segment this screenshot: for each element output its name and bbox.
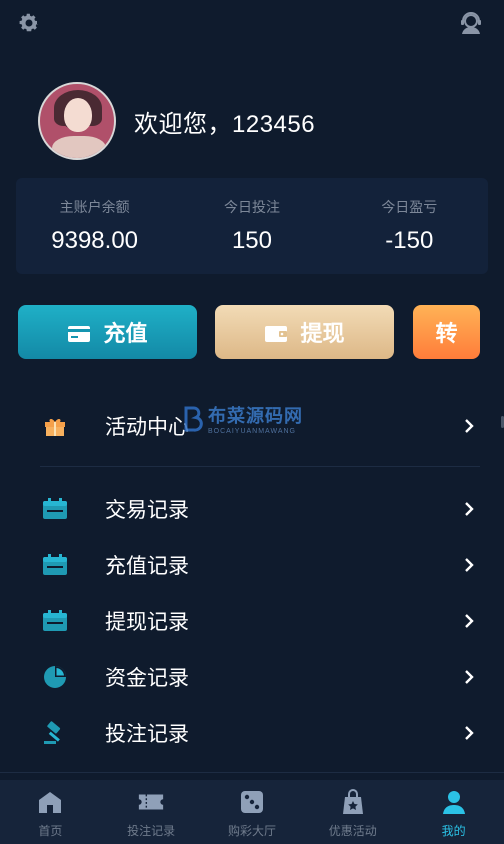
stat-label: 今日投注 [223, 199, 280, 215]
nav-label: 我的 [441, 824, 466, 838]
stat-today-profit: 今日盈亏 -150 [334, 197, 484, 255]
dice-icon [238, 788, 266, 816]
menu-label: 活动中心 [105, 416, 189, 439]
calendar-icon [42, 496, 68, 522]
recharge-label: 充值 [103, 321, 148, 346]
chevron-right-icon [462, 723, 476, 743]
withdraw-button[interactable]: 提现 [215, 305, 394, 359]
account-stats: 主账户余额 9398.00 今日投注 150 今日盈亏 -150 [16, 178, 488, 274]
menu-item-recharge-records[interactable]: 充值记录 [0, 537, 504, 593]
transfer-label: 转 [435, 321, 458, 346]
pie-chart-icon [42, 664, 68, 690]
nav-divider [0, 772, 504, 773]
avatar[interactable] [38, 82, 116, 160]
stat-value: -150 [385, 227, 434, 254]
wallet-icon [264, 323, 288, 342]
watermark-icon [184, 406, 203, 432]
nav-promotions[interactable]: 优惠活动 [303, 780, 403, 844]
gift-bag-icon [339, 788, 367, 816]
profile-page: 欢迎您，123456 主账户余额 9398.00 今日投注 150 今日盈亏 -… [0, 0, 504, 844]
stat-label: 主账户余额 [59, 199, 130, 215]
stat-balance: 主账户余额 9398.00 [20, 197, 170, 255]
user-icon [440, 788, 468, 816]
welcome-text: 欢迎您，123456 [134, 110, 316, 138]
nav-bet-records[interactable]: 投注记录 [101, 780, 201, 844]
gift-icon [42, 413, 68, 439]
nav-label: 首页 [38, 824, 63, 838]
home-icon [36, 788, 64, 816]
nav-home[interactable]: 首页 [0, 780, 100, 844]
nav-label: 优惠活动 [328, 824, 377, 838]
menu-item-fund-records[interactable]: 资金记录 [0, 649, 504, 705]
profile-header: 欢迎您，123456 [38, 82, 315, 160]
bottom-nav: 首页 投注记录 购彩大厅 优惠活动 我的 [0, 780, 504, 844]
menu-label: 充值记录 [105, 555, 189, 578]
chevron-right-icon [462, 416, 476, 436]
nav-label: 投注记录 [127, 824, 176, 838]
calendar-icon [42, 552, 68, 578]
menu-item-withdraw-records[interactable]: 提现记录 [0, 593, 504, 649]
customer-service-icon[interactable] [458, 10, 484, 36]
nav-lottery-hall[interactable]: 购彩大厅 [202, 780, 302, 844]
chevron-right-icon [462, 667, 476, 687]
card-icon [67, 323, 91, 342]
ticket-icon [137, 788, 165, 816]
transfer-button[interactable]: 转 [413, 305, 480, 359]
watermark-subtitle: BOCAIYUANMAWANG [208, 428, 296, 435]
calendar-icon [42, 608, 68, 634]
menu-divider [40, 466, 480, 467]
menu-label: 交易记录 [105, 499, 189, 522]
nav-label: 购彩大厅 [227, 824, 276, 838]
menu-item-bet-records[interactable]: 投注记录 [0, 705, 504, 761]
menu-item-transaction-records[interactable]: 交易记录 [0, 481, 504, 537]
menu-label: 提现记录 [105, 611, 189, 634]
stat-label: 今日盈亏 [381, 199, 438, 215]
stat-today-bets: 今日投注 150 [177, 197, 327, 255]
chevron-right-icon [462, 555, 476, 575]
gear-icon[interactable] [16, 10, 42, 36]
withdraw-label: 提现 [300, 321, 345, 346]
nav-mine[interactable]: 我的 [404, 780, 504, 844]
chevron-right-icon [462, 499, 476, 519]
stat-value: 9398.00 [51, 227, 139, 254]
recharge-button[interactable]: 充值 [18, 305, 197, 359]
chevron-right-icon [462, 611, 476, 631]
gavel-icon [42, 720, 68, 746]
stat-value: 150 [231, 227, 272, 254]
menu-label: 资金记录 [105, 667, 189, 690]
watermark-logo: 布菜源码网 BOCAIYUANMAWANG [180, 402, 303, 435]
menu-label: 投注记录 [105, 723, 189, 746]
watermark-title: 布菜源码网 [208, 406, 303, 426]
